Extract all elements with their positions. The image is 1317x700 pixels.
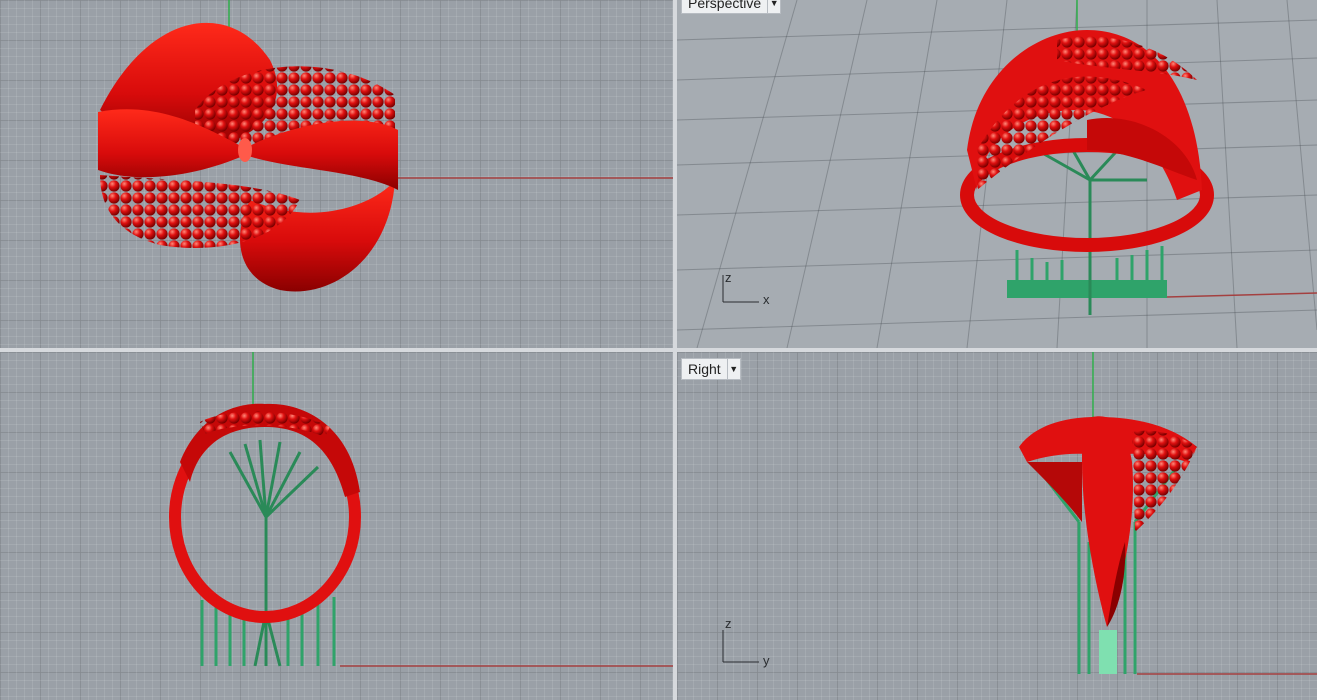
chevron-down-icon[interactable]: ▼ xyxy=(767,0,780,13)
viewport-right[interactable]: z y Right ▼ xyxy=(677,352,1317,700)
viewport-label-perspective[interactable]: Perspective ▼ xyxy=(681,0,782,14)
support-structure xyxy=(1007,138,1167,315)
x-axis-line xyxy=(1166,292,1317,298)
front-view-canvas xyxy=(169,352,673,667)
viewport-top[interactable] xyxy=(0,0,673,348)
viewport-perspective[interactable]: z x Perspective ▼ xyxy=(677,0,1317,348)
axis-gizmo xyxy=(722,630,759,663)
viewport-front[interactable] xyxy=(0,352,673,700)
axis-y-label: y xyxy=(763,653,770,668)
axis-x-label: x xyxy=(763,292,770,307)
support-structure xyxy=(200,439,336,667)
ring-right-view[interactable] xyxy=(1019,416,1197,627)
axis-z-label: z xyxy=(725,270,732,285)
perspective-view-canvas: z x xyxy=(722,0,1317,315)
top-view-canvas xyxy=(98,0,673,292)
ring-perspective-view[interactable] xyxy=(960,30,1214,252)
chevron-down-icon[interactable]: ▼ xyxy=(726,359,740,379)
right-view-canvas: z y xyxy=(722,352,1317,675)
ring-top-view[interactable] xyxy=(98,22,398,292)
axis-z-label: z xyxy=(725,616,732,631)
viewport-label-right[interactable]: Right ▼ xyxy=(681,358,741,380)
